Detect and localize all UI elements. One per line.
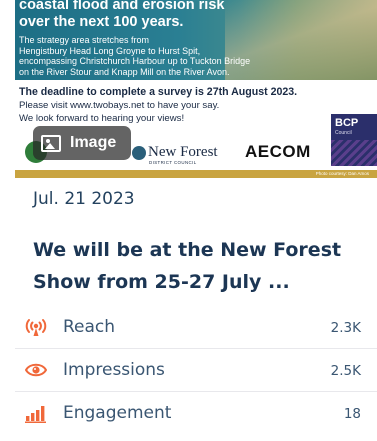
metric-reach: Reach 2.3K	[15, 306, 377, 349]
metrics-list: Reach 2.3K Impressions 2.5K Engagement 1…	[15, 306, 377, 435]
new-forest-subtitle: DISTRICT COUNCIL	[149, 160, 197, 165]
banner-forward: We look forward to hearing your views!	[19, 113, 185, 124]
bcp-pattern	[331, 140, 377, 166]
new-forest-logo: New Forest DISTRICT COUNCIL	[132, 144, 232, 166]
banner-body-line-3: encompassing Christchurch Harbour up to …	[19, 56, 251, 66]
bcp-council-logo: BCP Council	[331, 114, 377, 166]
post-headline[interactable]: We will be at the New Forest Show from 2…	[33, 234, 369, 298]
image-placeholder-chip: Image	[33, 126, 131, 160]
metric-label: Impressions	[63, 360, 165, 380]
bar-chart-icon	[25, 403, 47, 423]
post-image[interactable]: coastal flood and erosion risk over the …	[15, 0, 377, 178]
bcp-subtitle: Council	[335, 130, 352, 136]
image-icon	[41, 134, 61, 152]
new-forest-mark	[132, 146, 146, 160]
banner-body: The strategy area stretches from Hengist…	[19, 35, 319, 77]
photo-credit-bar: Photo courtesy: Dan Amos	[15, 170, 377, 178]
metric-value: 2.5K	[330, 363, 361, 379]
image-chip-label: Image	[70, 134, 117, 151]
metric-value: 2.3K	[330, 320, 361, 336]
photo-credit: Photo courtesy: Dan Amos	[315, 171, 369, 176]
reach-icon	[25, 317, 47, 337]
bcp-text: BCP	[335, 117, 359, 129]
metric-label: Engagement	[63, 403, 172, 423]
banner-body-line-4: on the River Stour and Knapp Mill on the…	[19, 66, 230, 77]
post-card[interactable]: coastal flood and erosion risk over the …	[15, 0, 377, 441]
banner-headline: coastal flood and erosion risk over the …	[19, 0, 319, 31]
metric-impressions: Impressions 2.5K	[15, 349, 377, 392]
banner-deadline: The deadline to complete a survey is 27t…	[19, 86, 298, 98]
banner-headline-line-1: coastal flood and erosion risk	[19, 0, 225, 13]
eye-icon	[24, 360, 48, 380]
post-date: Jul. 21 2023	[33, 189, 135, 209]
coast-photo: coastal flood and erosion risk over the …	[15, 0, 377, 80]
metric-engagement: Engagement 18	[15, 392, 377, 435]
banner-headline-line-2: over the next 100 years.	[19, 14, 184, 30]
banner-body-line-1: The strategy area stretches from	[19, 35, 150, 45]
aecom-logo: AECOM	[245, 142, 311, 161]
banner-visit: Please visit www.twobays.net to have you…	[19, 100, 220, 111]
metric-label: Reach	[63, 317, 116, 337]
banner-body-line-2: Hengistbury Head Long Groyne to Hurst Sp…	[19, 45, 201, 56]
metric-value: 18	[343, 406, 361, 422]
new-forest-name: New Forest	[148, 144, 218, 160]
